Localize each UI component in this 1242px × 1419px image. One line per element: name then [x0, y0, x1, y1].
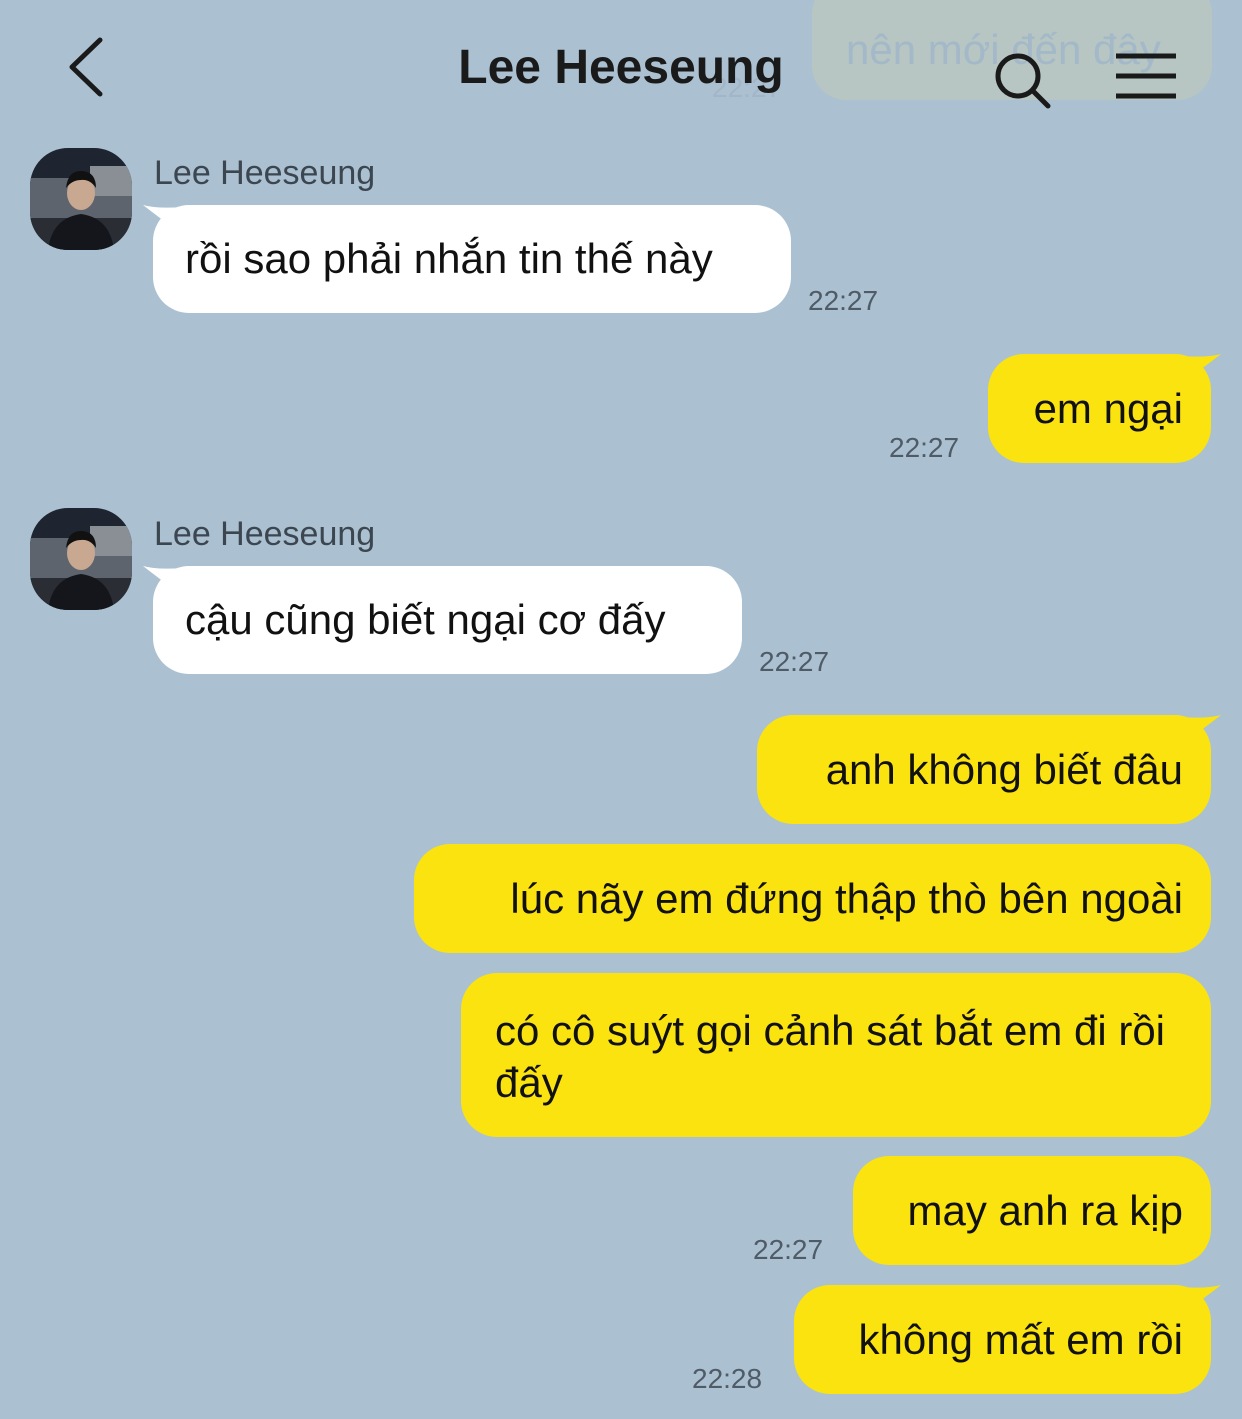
outgoing-message-bubble[interactable]: không mất em rồi: [794, 1285, 1221, 1394]
search-button[interactable]: [990, 48, 1056, 114]
message-text: may anh ra kịp: [907, 1187, 1183, 1234]
message-time: 22:27: [759, 646, 830, 677]
message-time: 22:27: [889, 432, 960, 463]
sender-name: Lee Heeseung: [154, 154, 376, 192]
hamburger-menu-icon: [1116, 53, 1176, 99]
bubble-tail: [1181, 715, 1221, 745]
bubble-tail: [143, 205, 183, 235]
message-text: em ngại: [1033, 385, 1183, 432]
sender-avatar[interactable]: [30, 508, 132, 610]
back-button[interactable]: [60, 32, 120, 102]
avatar-photo: [30, 508, 132, 610]
message-text: rồi sao phải nhắn tin thế này: [185, 235, 713, 282]
outgoing-message-bubble[interactable]: lúc nãy em đứng thập thò bên ngoài: [414, 844, 1211, 953]
message-time: 22:28: [692, 1363, 763, 1394]
bubble-tail: [1181, 354, 1221, 384]
outgoing-message-bubble[interactable]: anh không biết đâu: [757, 715, 1221, 824]
chevron-left-icon: [69, 37, 103, 97]
message-time: 22:27: [808, 285, 879, 316]
avatar-photo: [30, 148, 132, 250]
incoming-message-bubble[interactable]: cậu cũng biết ngại cơ đấy: [143, 566, 742, 674]
outgoing-message-bubble[interactable]: có cô suýt gọi cảnh sát bắt em đi rồi đấ…: [461, 973, 1211, 1137]
message-text: anh không biết đâu: [825, 746, 1183, 793]
menu-button[interactable]: [1110, 48, 1182, 104]
sender-avatar[interactable]: [30, 148, 132, 250]
bubble-tail: [1181, 1285, 1221, 1315]
sender-name: Lee Heeseung: [154, 515, 376, 553]
message-text: cậu cũng biết ngại cơ đấy: [185, 596, 666, 643]
message-time: 22:27: [753, 1234, 824, 1265]
message-text: có cô suýt gọi cảnh sát bắt em đi rồi đấ…: [495, 1007, 1166, 1106]
search-icon: [995, 53, 1051, 109]
incoming-message-bubble[interactable]: rồi sao phải nhắn tin thế này: [143, 205, 791, 313]
bubble-tail: [143, 566, 183, 596]
message-text: lúc nãy em đứng thập thò bên ngoài: [510, 875, 1183, 922]
outgoing-message-bubble[interactable]: em ngại: [988, 354, 1221, 463]
outgoing-message-bubble[interactable]: may anh ra kịp: [853, 1156, 1211, 1265]
message-text: không mất em rồi: [858, 1316, 1183, 1363]
